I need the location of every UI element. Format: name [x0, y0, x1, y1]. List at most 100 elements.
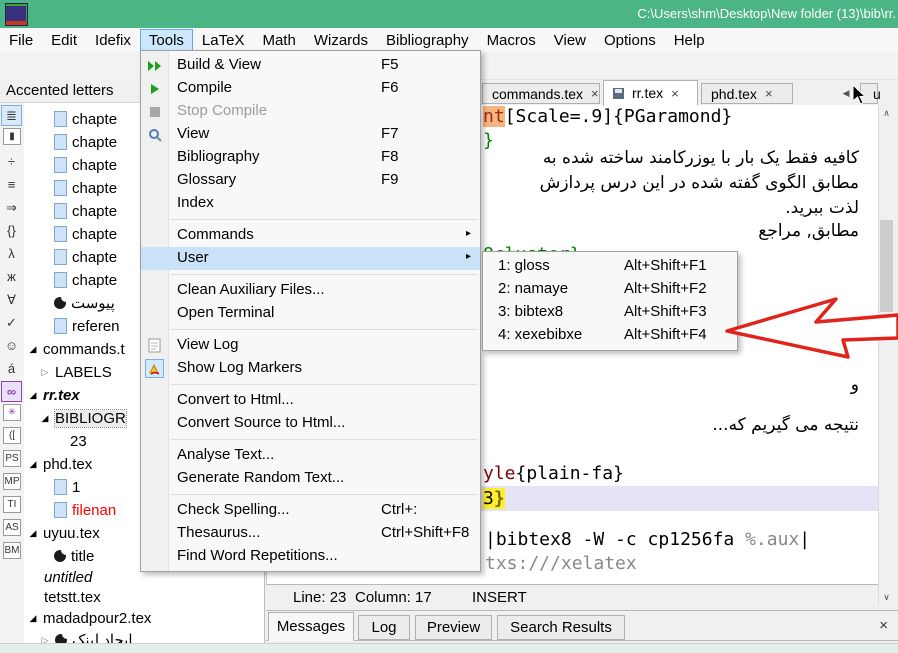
expanded-icon[interactable]: ◢ [28, 613, 38, 624]
file-icon [54, 157, 67, 173]
app-icon [5, 3, 28, 26]
menu-item-thesaurus[interactable]: Thesaurus... Ctrl+Shift+F8 [141, 522, 480, 545]
beamer-icon[interactable]: BM [3, 542, 21, 559]
file-icon [54, 249, 67, 265]
section-icon [54, 297, 66, 309]
file-icon [54, 203, 67, 219]
persian-text-line: و [851, 375, 859, 395]
tab-rr-tex[interactable]: rr.tex × [603, 80, 698, 106]
menu-item-build-view[interactable]: Build & View F5 [141, 54, 480, 77]
tab-search-results[interactable]: Search Results [497, 615, 625, 640]
check-icon[interactable]: ✓ [1, 312, 22, 333]
metapost-icon[interactable]: MP [3, 473, 21, 490]
menu-separator [171, 219, 477, 220]
expanded-icon[interactable]: ◢ [28, 390, 38, 401]
greek-icon[interactable]: λ [1, 243, 22, 264]
accents-icon[interactable]: á [1, 358, 22, 379]
titlebar[interactable]: C:\Users\shm\Desktop\New folder (13)\bib… [0, 0, 898, 28]
submenu-item-xexebibxe[interactable]: 4: xexebibxe Alt+Shift+F4 [483, 324, 737, 347]
arrows-icon[interactable]: ⇒ [1, 197, 22, 218]
tree-item-tetstt[interactable]: tetstt.tex [24, 586, 282, 608]
structure-icon[interactable]: ≣ [1, 105, 22, 126]
menu-item-check-spelling[interactable]: Check Spelling... Ctrl+: [141, 499, 480, 522]
expanded-icon[interactable]: ◢ [28, 528, 38, 539]
scroll-up-icon[interactable]: ∧ [879, 105, 894, 121]
menu-item-convert-source-html[interactable]: Convert Source to Html... [141, 412, 480, 435]
delimiters-icon[interactable]: {} [1, 220, 22, 241]
code-line: yle{plain-fa} [483, 462, 624, 486]
submenu-arrow-icon: ▸ [466, 228, 471, 239]
menu-edit[interactable]: Edit [42, 29, 86, 52]
menu-item-find-word-repetitions[interactable]: Find Word Repetitions... [141, 545, 480, 568]
file-icon [54, 272, 67, 288]
cyrillic-icon[interactable]: ж [1, 266, 22, 287]
close-panel-icon[interactable]: × [879, 617, 888, 634]
menu-macros[interactable]: Macros [478, 29, 545, 52]
division-icon[interactable]: ÷ [1, 151, 22, 172]
close-icon[interactable]: × [671, 86, 679, 101]
close-icon[interactable]: × [591, 86, 599, 101]
menu-item-generate-random-text[interactable]: Generate Random Text... [141, 467, 480, 490]
tikz-icon[interactable]: TI [3, 496, 21, 513]
logic-icon[interactable]: ∀ [1, 289, 22, 310]
smiley-icon[interactable]: ☺ [1, 335, 22, 356]
file-icon [54, 226, 67, 242]
menu-latex[interactable]: LaTeX [193, 29, 254, 52]
submenu-item-gloss[interactable]: 1: gloss Alt+Shift+F1 [483, 255, 737, 278]
relations-icon[interactable]: ≡ [1, 174, 22, 195]
tab-messages[interactable]: Messages [268, 612, 354, 641]
menu-separator [171, 274, 477, 275]
menu-item-open-terminal[interactable]: Open Terminal [141, 302, 480, 325]
submenu-item-bibtex8[interactable]: 3: bibtex8 Alt+Shift+F3 [483, 301, 737, 324]
expanded-icon[interactable]: ◢ [28, 459, 38, 470]
asymptote-icon[interactable]: AS [3, 519, 21, 536]
menu-idefix[interactable]: Idefix [86, 29, 140, 52]
scroll-down-icon[interactable]: ∨ [879, 589, 894, 605]
menu-item-user[interactable]: User ▸ [141, 247, 480, 270]
menu-wizards[interactable]: Wizards [305, 29, 377, 52]
brackets-icon[interactable]: ([ [3, 427, 21, 444]
file-icon [54, 111, 67, 127]
menu-separator [171, 439, 477, 440]
status-column: Column: 17 [355, 589, 432, 606]
menu-item-view-log[interactable]: View Log [141, 334, 480, 357]
menu-view[interactable]: View [545, 29, 595, 52]
menu-tools[interactable]: Tools [140, 29, 193, 52]
tab-commands-tex[interactable]: commands.tex × [482, 83, 600, 104]
pstricks-icon[interactable]: PS [3, 450, 21, 467]
collapsed-icon[interactable]: ▷ [40, 367, 50, 378]
menu-item-clean-auxiliary[interactable]: Clean Auxiliary Files... [141, 279, 480, 302]
save-icon [613, 88, 624, 99]
menu-file[interactable]: File [0, 29, 42, 52]
menu-math[interactable]: Math [253, 29, 304, 52]
tab-log[interactable]: Log [358, 615, 410, 640]
menu-bibliography[interactable]: Bibliography [377, 29, 478, 52]
code-line: } [483, 129, 494, 153]
submenu-item-namaye[interactable]: 2: namaye Alt+Shift+F2 [483, 278, 737, 301]
menu-item-index[interactable]: Index [141, 192, 480, 215]
close-icon[interactable]: × [765, 86, 773, 101]
menu-item-commands[interactable]: Commands ▸ [141, 224, 480, 247]
infinity-icon[interactable]: ∞ [1, 381, 22, 402]
asterisk-icon[interactable]: ✳ [3, 404, 21, 421]
menu-item-show-log-markers[interactable]: Show Log Markers [141, 357, 480, 380]
tab-phd-tex[interactable]: phd.tex × [701, 83, 793, 104]
menu-item-compile[interactable]: Compile F6 [141, 77, 480, 100]
expanded-icon[interactable]: ◢ [28, 344, 38, 355]
menu-help[interactable]: Help [665, 29, 714, 52]
status-mode: INSERT [472, 589, 527, 606]
code-line: |bibtex8 -W -c cp1256fa %.aux| [485, 528, 810, 552]
tree-item-madadpour[interactable]: ◢madadpour2.tex [24, 607, 266, 629]
bookmark-icon[interactable]: ▮ [3, 128, 21, 145]
menu-item-bibliography[interactable]: Bibliography F8 [141, 146, 480, 169]
menu-separator [171, 329, 477, 330]
tab-preview[interactable]: Preview [415, 615, 492, 640]
magnifier-icon [145, 125, 164, 144]
menu-item-convert-html[interactable]: Convert to Html... [141, 389, 480, 412]
expanded-icon[interactable]: ◢ [40, 413, 50, 424]
persian-text-line: لذت ببريد. [785, 198, 859, 218]
menu-item-view[interactable]: View F7 [141, 123, 480, 146]
menu-item-analyse-text[interactable]: Analyse Text... [141, 444, 480, 467]
menu-item-glossary[interactable]: Glossary F9 [141, 169, 480, 192]
menu-options[interactable]: Options [595, 29, 665, 52]
